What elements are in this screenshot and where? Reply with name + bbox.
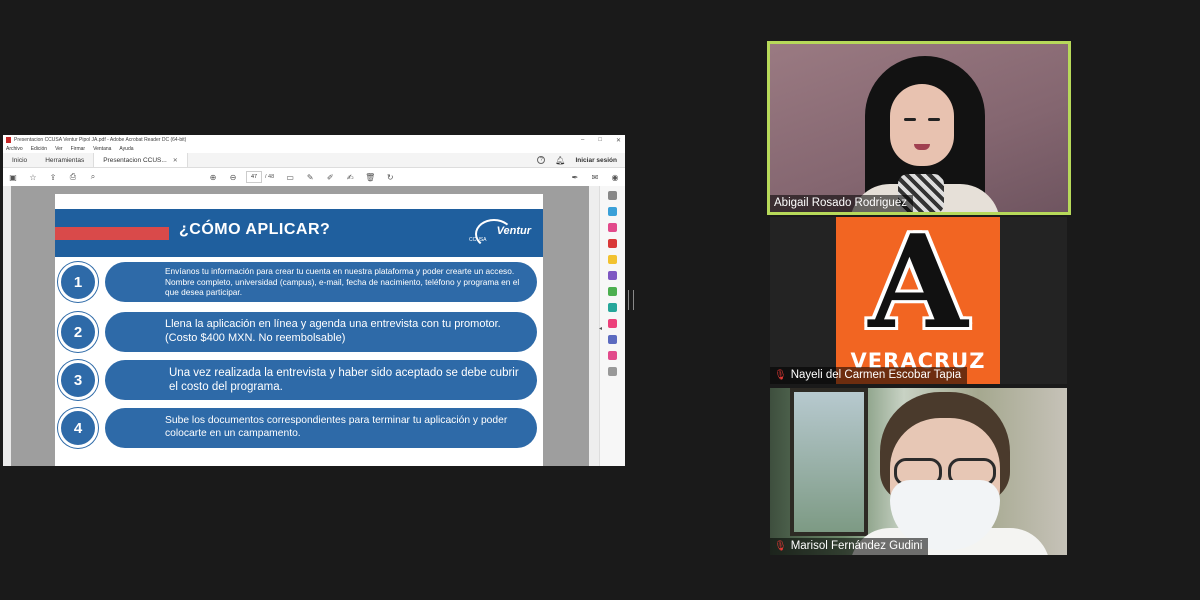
search-icon[interactable]: ⌕ (83, 172, 103, 182)
comment-icon[interactable]: ▭ (280, 173, 300, 182)
compress-icon[interactable] (608, 351, 617, 360)
step-1-number: 1 (58, 262, 98, 302)
highlight-icon[interactable]: ✎ (300, 173, 320, 182)
participant-video-marisol[interactable]: 🎙︎ Marisol Fernández Gudini (770, 388, 1067, 555)
window-controls: – □ ✕ (581, 135, 621, 145)
sign-in-button[interactable]: Iniciar sesión (575, 157, 617, 164)
tab-herramientas[interactable]: Herramientas (36, 153, 93, 167)
page-up-icon[interactable]: ⊕ (203, 173, 223, 182)
upload-icon[interactable]: ⇪ (43, 173, 63, 182)
step-4-text: Sube los documentos correspondientes par… (165, 415, 508, 439)
pdf-icon (6, 137, 11, 143)
step-4-number: 4 (58, 408, 98, 448)
acrobat-title-bar: Presentacion CCUSA Ventur Pipol JA.pdf -… (3, 135, 625, 145)
scan-icon[interactable] (608, 303, 617, 312)
background-window (790, 388, 868, 536)
person-face (890, 84, 954, 166)
slide-title: ¿CÓMO APLICAR? (179, 221, 331, 238)
participant-video-nayeli[interactable]: A VERACRUZ 🎙︎ Nayeli del Carmen Escobar … (770, 217, 1067, 384)
anahuac-logo-letter: A (868, 217, 968, 358)
acrobat-toolbar: ▣ ☆ ⇪ ⎙ ⌕ ⊕ ⊖ 47 / 48 ▭ ✎ ✐ ✍ 🗑︎ ↻ ✒ ✉ ◉ (3, 168, 625, 187)
organize-icon[interactable] (608, 287, 617, 296)
acrobat-menu-bar: Archivo Edición Ver Firmar Ventana Ayuda (3, 145, 625, 153)
tab-document-label: Presentacion CCUS... (103, 156, 167, 164)
email-icon[interactable]: ✉ (585, 173, 605, 182)
step-4: Sube los documentos correspondientes par… (105, 408, 537, 448)
split-view-handle[interactable] (628, 290, 634, 310)
zoom-icon[interactable] (608, 191, 617, 200)
tools-panel (599, 186, 625, 466)
mouth (914, 144, 930, 150)
participant-name: Marisol Fernández Gudini (790, 540, 923, 552)
vertical-scrollbar[interactable] (589, 186, 599, 466)
more-tools-icon[interactable] (608, 367, 617, 376)
shared-screen-acrobat: Presentacion CCUSA Ventur Pipol JA.pdf -… (3, 135, 625, 466)
delete-icon[interactable]: 🗑︎ (360, 173, 380, 182)
stamp-icon[interactable]: ✍ (340, 173, 360, 182)
menu-edicion[interactable]: Edición (31, 146, 47, 152)
close-tab-icon[interactable]: ✕ (173, 157, 178, 164)
tab-inicio[interactable]: Inicio (3, 153, 36, 167)
combine-icon[interactable] (608, 271, 617, 280)
collapse-panel-icon[interactable]: ◂ (599, 325, 602, 332)
print-icon[interactable]: ⎙ (63, 172, 83, 182)
participant-name-tag: 🎙︎ Marisol Fernández Gudini (770, 538, 929, 555)
mic-muted-icon: 🎙︎ (774, 369, 787, 381)
tab-inicio-label: Inicio (12, 156, 28, 164)
ventur-logo: Ventur CCUSA (467, 215, 531, 251)
tab-document[interactable]: Presentacion CCUS... ✕ (93, 153, 188, 167)
page-down-icon[interactable]: ⊖ (223, 173, 243, 182)
step-3-number: 3 (58, 360, 98, 400)
eye-right (928, 118, 940, 121)
menu-archivo[interactable]: Archivo (6, 146, 23, 152)
comment-tool-icon[interactable] (608, 255, 617, 264)
protect-icon[interactable] (608, 335, 617, 344)
step-1: Envíanos tu información para crear tu cu… (105, 262, 537, 302)
menu-ver[interactable]: Ver (55, 146, 63, 152)
step-2: Llena la aplicación en línea y agenda un… (105, 312, 537, 352)
page-number-input[interactable]: 47 (246, 171, 262, 183)
menu-ventana[interactable]: Ventana (93, 146, 111, 152)
menu-firmar[interactable]: Firmar (71, 146, 85, 152)
left-panel-strip[interactable] (3, 186, 11, 466)
logo-brand: Ventur (496, 225, 531, 237)
participant-name-tag: Abigail Rosado Rodriguez (770, 195, 913, 212)
slide-page: ¿CÓMO APLICAR? Ventur CCUSA Envíanos tu … (55, 194, 543, 466)
account-icon[interactable]: ◉ (605, 173, 625, 182)
save-icon[interactable]: ▣ (3, 173, 23, 182)
participant-name: Nayeli del Carmen Escobar Tapia (790, 369, 962, 381)
minimize-icon[interactable]: – (581, 137, 584, 143)
star-icon[interactable]: ☆ (23, 173, 43, 182)
participant-name: Abigail Rosado Rodriguez (774, 197, 907, 209)
tab-herramientas-label: Herramientas (45, 156, 85, 164)
edit-pdf-icon[interactable] (608, 239, 617, 248)
step-2-text: Llena la aplicación en línea y agenda un… (165, 318, 501, 344)
step-3-text: Una vez realizada la entrevista y haber … (169, 366, 519, 393)
logo-sub: CCUSA (469, 237, 487, 243)
slide-header: ¿CÓMO APLICAR? Ventur CCUSA (55, 209, 543, 257)
create-pdf-icon[interactable] (608, 223, 617, 232)
draw-icon[interactable]: ✐ (320, 173, 340, 182)
mic-muted-icon: 🎙︎ (774, 540, 787, 552)
fill-sign-icon[interactable]: ✒ (565, 173, 585, 182)
step-2-number: 2 (58, 312, 98, 352)
help-icon[interactable]: ? (537, 156, 546, 164)
participant-video-abigail[interactable]: Abigail Rosado Rodriguez (767, 41, 1071, 215)
bell-icon[interactable]: 🔔︎ (555, 156, 565, 165)
menu-ayuda[interactable]: Ayuda (119, 146, 133, 152)
acrobat-window-title: Presentacion CCUSA Ventur Pipol JA.pdf -… (14, 137, 187, 143)
step-1-text: Envíanos tu información para crear tu cu… (165, 266, 520, 298)
participant-name-tag: 🎙︎ Nayeli del Carmen Escobar Tapia (770, 367, 968, 384)
export-pdf-icon[interactable] (608, 207, 617, 216)
page-total: / 48 (265, 174, 275, 180)
maximize-icon[interactable]: □ (598, 137, 602, 143)
step-3: Una vez realizada la entrevista y haber … (105, 360, 537, 400)
eye-left (904, 118, 916, 121)
red-accent-bar (55, 227, 169, 240)
acrobat-tab-bar: Inicio Herramientas Presentacion CCUS...… (3, 153, 625, 168)
fill-sign-tool-icon[interactable] (608, 319, 617, 328)
close-icon[interactable]: ✕ (616, 137, 621, 144)
rotate-icon[interactable]: ↻ (380, 173, 400, 182)
